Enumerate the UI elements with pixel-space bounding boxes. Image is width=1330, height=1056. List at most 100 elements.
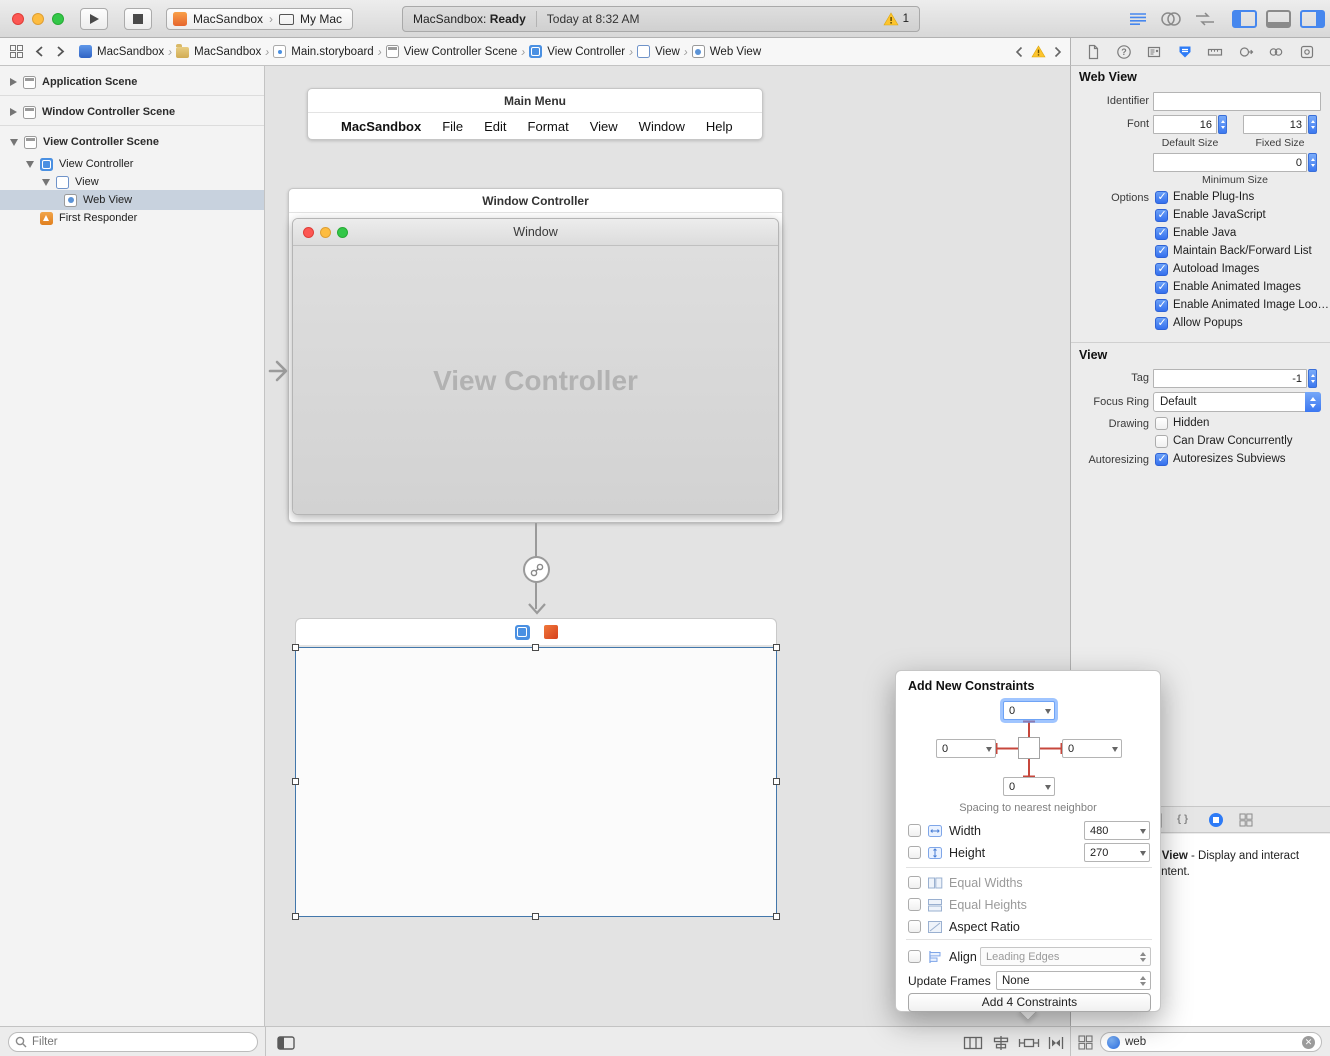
disclosure-triangle-icon[interactable] [10,139,18,146]
checkbox[interactable] [1155,191,1168,204]
view-controller-dock-icon[interactable] [515,625,530,640]
font-fixed-size-field[interactable] [1243,115,1307,134]
menu-item-view[interactable]: View [590,119,618,134]
minimize-window-button[interactable] [32,13,44,25]
size-inspector-tab[interactable] [1207,44,1223,60]
library-filter-input[interactable] [1125,1036,1297,1048]
add-constraints-button[interactable]: Add 4 Constraints [908,993,1151,1012]
exit-dock-icon[interactable] [544,625,558,639]
assistant-editor-button[interactable] [1160,11,1182,27]
back-button[interactable] [35,45,44,58]
related-items-icon[interactable] [10,45,23,58]
resize-handle[interactable] [292,778,299,785]
trailing-spacing-field[interactable]: 0 [1062,739,1122,758]
breadcrumb-storyboard[interactable]: Main.storyboard [273,45,373,58]
checkbox[interactable] [1155,435,1168,448]
outline-filter-input[interactable] [32,1036,251,1048]
toggle-navigator-button[interactable] [1232,10,1257,28]
width-checkbox[interactable] [908,824,921,837]
disclosure-triangle-icon[interactable] [42,179,50,186]
pin-constraints-button[interactable] [1018,1035,1040,1051]
minimum-size-stepper[interactable] [1308,153,1317,172]
library-grid-button[interactable] [1078,1035,1093,1050]
resize-handle[interactable] [532,644,539,651]
file-inspector-tab[interactable] [1086,44,1101,60]
height-value-combo[interactable]: 270 [1084,843,1150,862]
toggle-document-outline-button[interactable] [277,1036,295,1050]
align-popup[interactable]: Leading Edges [980,947,1151,966]
outline-row-window-controller-scene[interactable]: Window Controller Scene [0,102,264,122]
top-spacing-field[interactable]: 0 [1003,701,1055,720]
previous-issue-button[interactable] [1015,46,1023,58]
connections-inspector-tab[interactable] [1238,44,1254,60]
breadcrumb-view[interactable]: View [637,45,680,58]
checkbox[interactable] [1155,263,1168,276]
breadcrumb-view-controller[interactable]: View Controller [529,45,625,58]
embed-in-stack-button[interactable] [963,1035,983,1051]
outline-row-view-controller-scene[interactable]: View Controller Scene [0,132,264,152]
align-button[interactable] [991,1035,1011,1051]
breadcrumb-scene[interactable]: View Controller Scene [386,45,518,58]
outline-row-view[interactable]: View [0,172,264,192]
run-button[interactable] [80,8,108,30]
web-view-selected[interactable] [295,647,777,917]
breadcrumb-group[interactable]: MacSandbox [176,45,261,58]
disclosure-triangle-icon[interactable] [10,108,17,116]
checkbox[interactable] [1155,227,1168,240]
height-checkbox[interactable] [908,846,921,859]
tag-stepper[interactable] [1308,369,1317,388]
outline-row-first-responder[interactable]: First Responder [0,208,264,228]
identifier-field[interactable] [1153,92,1321,111]
align-checkbox[interactable] [908,950,921,963]
storyboard-entry-arrow[interactable] [267,358,297,384]
breadcrumb-project[interactable]: MacSandbox [79,45,164,58]
menu-item-file[interactable]: File [442,119,463,134]
outline-row-application-scene[interactable]: Application Scene [0,72,264,92]
font-fixed-stepper[interactable] [1308,115,1317,134]
stop-button[interactable] [124,8,152,30]
outline-row-web-view[interactable]: Web View [0,190,264,210]
standard-editor-button[interactable] [1128,11,1148,27]
close-window-button[interactable] [12,13,24,25]
media-library-tab[interactable] [1239,813,1253,827]
forward-button[interactable] [56,45,65,58]
width-value-combo[interactable]: 480 [1084,821,1150,840]
warning-icon[interactable] [883,12,899,26]
tag-field[interactable] [1153,369,1307,388]
library-filter-field[interactable]: ✕ [1100,1032,1322,1052]
menu-item-edit[interactable]: Edit [484,119,506,134]
version-editor-button[interactable] [1194,11,1216,27]
scene-title[interactable]: Main Menu [308,89,762,113]
font-default-stepper[interactable] [1218,115,1227,134]
aspect-ratio-checkbox[interactable] [908,920,921,933]
leading-spacing-field[interactable]: 0 [936,739,996,758]
resolve-autolayout-button[interactable] [1046,1035,1066,1051]
focus-ring-popup[interactable]: Default [1153,392,1321,412]
resize-handle[interactable] [773,913,780,920]
window-mock[interactable]: Window View Controller [292,218,779,515]
attributes-inspector-tab[interactable] [1177,44,1193,60]
view-effects-inspector-tab[interactable] [1299,44,1315,60]
warning-count[interactable]: 1 [903,13,909,25]
checkbox[interactable] [1155,453,1168,466]
equal-widths-checkbox[interactable] [908,876,921,889]
disclosure-triangle-icon[interactable] [26,161,34,168]
resize-handle[interactable] [773,778,780,785]
toggle-utilities-button[interactable] [1300,10,1325,28]
identity-inspector-tab[interactable] [1146,44,1162,60]
issue-warning-icon[interactable] [1031,45,1046,58]
resize-handle[interactable] [532,913,539,920]
checkbox[interactable] [1155,317,1168,330]
update-frames-popup[interactable]: None [996,971,1151,990]
checkbox[interactable] [1155,281,1168,294]
bottom-spacing-field[interactable]: 0 [1003,777,1055,796]
window-controller-scene[interactable]: Window Controller Window View Controller [288,188,783,523]
outline-filter-field[interactable] [8,1032,258,1052]
code-snippet-library-tab[interactable]: { } [1177,813,1188,825]
clear-filter-button[interactable]: ✕ [1302,1036,1315,1049]
checkbox[interactable] [1155,417,1168,430]
font-default-size-field[interactable] [1153,115,1217,134]
toggle-debug-area-button[interactable] [1266,10,1291,28]
outline-row-view-controller[interactable]: View Controller [0,154,264,174]
menu-item-help[interactable]: Help [706,119,733,134]
